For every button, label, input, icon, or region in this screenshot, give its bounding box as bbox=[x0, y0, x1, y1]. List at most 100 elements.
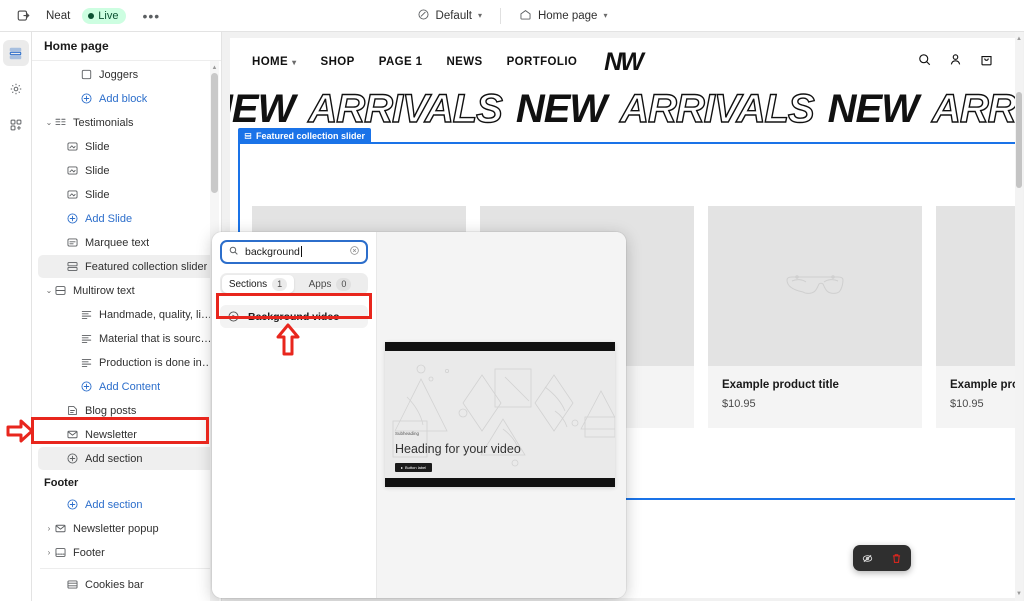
plus-icon bbox=[66, 498, 79, 511]
icon-rail bbox=[0, 32, 32, 601]
sidebar-item-marquee-text[interactable]: Marquee text bbox=[38, 231, 215, 254]
sidebar-item-material-that-is-sourced-from[interactable]: Material that is sourced from ... bbox=[38, 327, 215, 350]
marquee-word: NEW bbox=[515, 86, 607, 131]
nav-link-label: PORTFOLIO bbox=[506, 56, 578, 68]
cart-icon[interactable] bbox=[979, 52, 994, 72]
sidebar-item-sticky-toolbar[interactable]: ›Sticky toolbar bbox=[38, 597, 215, 601]
popover-left-pane: background Sections 1 Apps 0 Background vid… bbox=[212, 232, 376, 598]
placeholder-glasses-icon bbox=[708, 206, 922, 366]
sidebar-item-slide[interactable]: Slide bbox=[38, 159, 215, 182]
sidebar-item-multirow-text[interactable]: ⌄ Multirow text bbox=[38, 279, 215, 302]
rail-gear-icon[interactable] bbox=[3, 76, 29, 102]
sidebar-item-label: Testimonials bbox=[73, 116, 134, 129]
plus-icon bbox=[66, 212, 79, 225]
tab-apps[interactable]: Apps 0 bbox=[294, 275, 366, 293]
popover-preview-pane: Subheading Heading for your video ▸ Butt… bbox=[376, 232, 626, 598]
theme-icon bbox=[417, 8, 430, 24]
disclosure-icon[interactable]: ⌄ bbox=[44, 118, 54, 127]
popover-results[interactable]: Background video bbox=[220, 305, 368, 328]
section-tag-label: Featured collection slider bbox=[256, 131, 366, 141]
sidebar-item-testimonials[interactable]: ⌄ Testimonials bbox=[38, 111, 215, 134]
hide-icon[interactable] bbox=[861, 552, 874, 565]
search-input[interactable]: background bbox=[220, 240, 368, 264]
sidebar-item-add-section[interactable]: Add section bbox=[38, 447, 215, 470]
clear-icon[interactable] bbox=[349, 243, 360, 261]
account-icon[interactable] bbox=[948, 52, 963, 72]
nav-link-home[interactable]: HOME ▾ bbox=[252, 56, 297, 68]
tab-sections[interactable]: Sections 1 bbox=[222, 275, 294, 293]
marquee-word: ARRIVALS bbox=[931, 86, 1016, 131]
theme-label: Default bbox=[435, 9, 472, 22]
rail-sections-icon[interactable] bbox=[2, 40, 29, 66]
search-icon[interactable] bbox=[917, 52, 932, 72]
nav-link-shop[interactable]: SHOP bbox=[321, 56, 355, 68]
sidebar-item-add-block[interactable]: Add block bbox=[38, 87, 215, 110]
sidebar-item-add-section[interactable]: Add section bbox=[38, 493, 215, 516]
sidebar-item-add-content[interactable]: Add Content bbox=[38, 375, 215, 398]
sidebar-item-label: Cookies bar bbox=[85, 578, 144, 591]
tab-label: Apps bbox=[308, 278, 332, 290]
product-title: Example product title bbox=[722, 379, 839, 391]
text-icon bbox=[80, 356, 93, 369]
preview-heading: Heading for your video bbox=[395, 442, 521, 456]
nav-link-news[interactable]: NEWS bbox=[446, 56, 482, 68]
tab-count: 1 bbox=[272, 277, 288, 291]
search-icon bbox=[228, 243, 239, 261]
sidebar-item-label: Featured collection slider bbox=[85, 260, 208, 273]
rail-apps-icon[interactable] bbox=[3, 112, 29, 138]
marquee-word: ARRIVALS bbox=[308, 86, 504, 131]
sidebar-item-blog-posts[interactable]: Blog posts bbox=[38, 399, 215, 422]
preview-button: ▸ Button label bbox=[395, 463, 433, 472]
sidebar-item-slide[interactable]: Slide bbox=[38, 135, 215, 158]
disclosure-icon[interactable]: › bbox=[44, 524, 54, 533]
disclosure-icon[interactable]: ⌄ bbox=[44, 286, 54, 295]
sidebar-item-slide[interactable]: Slide bbox=[38, 183, 215, 206]
delete-icon[interactable] bbox=[890, 552, 903, 565]
marquee-banner: NEWARRIVALSNEWARRIVALSNEWARRIVALS bbox=[230, 86, 1016, 132]
sidebar-item-production-is-done-in-europe[interactable]: Production is done in Europe ... bbox=[38, 351, 215, 374]
storefront-nav-icons bbox=[917, 52, 994, 72]
theme-selector[interactable]: Default ▾ bbox=[409, 4, 490, 28]
sidebar-item-label: Handmade, quality, limited ru... bbox=[99, 308, 215, 321]
sidebar-item-joggers[interactable]: Joggers bbox=[38, 63, 215, 86]
sidebar-item-label: Blog posts bbox=[85, 404, 137, 417]
nav-link-label: NEWS bbox=[446, 56, 483, 68]
tab-count: 0 bbox=[336, 277, 352, 291]
sidebar-item-newsletter-popup[interactable]: › Newsletter popup bbox=[38, 517, 215, 540]
add-section-popover: background Sections 1 Apps 0 Background vid… bbox=[212, 232, 626, 598]
sidebar-tree[interactable]: ▲ Joggers Add block ⌄ Testimonials Slide Slid… bbox=[32, 61, 221, 601]
sidebar-item-label: Add section bbox=[85, 498, 143, 511]
product-card[interactable]: Example product title $10.95 bbox=[936, 206, 1016, 428]
product-title: Example product title bbox=[950, 379, 1016, 391]
sidebar-item-add-slide[interactable]: Add Slide bbox=[38, 207, 215, 230]
nav-link-portfolio[interactable]: PORTFOLIO bbox=[507, 56, 578, 68]
nav-link-label: PAGE 1 bbox=[378, 56, 423, 68]
plus-icon bbox=[80, 380, 93, 393]
sidebar-item-label: Newsletter popup bbox=[73, 522, 159, 535]
nav-link-page-1[interactable]: PAGE 1 bbox=[379, 56, 423, 68]
sidebar-item-label: Material that is sourced from ... bbox=[99, 332, 215, 345]
preview-body: Subheading Heading for your video ▸ Butt… bbox=[385, 351, 615, 478]
product-card[interactable]: Example product title $10.95 bbox=[708, 206, 922, 428]
storefront-nav-links[interactable]: HOME ▾ SHOP PAGE 1 NEWS PORTFOLIO bbox=[252, 56, 577, 68]
result-item-background-video[interactable]: Background video bbox=[220, 305, 368, 328]
sidebar-item-featured-collection-slider[interactable]: Featured collection slider bbox=[38, 255, 215, 278]
slider-icon bbox=[66, 260, 79, 273]
sidebar-item-cookies-bar[interactable]: Cookies bar bbox=[38, 573, 215, 596]
canvas-scroll-down-icon[interactable]: ▼ bbox=[1015, 589, 1023, 599]
page-selector[interactable]: Home page ▾ bbox=[511, 4, 615, 28]
sidebar-item-label: Add Slide bbox=[85, 212, 133, 225]
sidebar-item-newsletter[interactable]: Newsletter bbox=[38, 423, 215, 446]
popover-tabs[interactable]: Sections 1 Apps 0 bbox=[220, 273, 368, 295]
top-bar-divider bbox=[499, 7, 501, 24]
canvas-scroll-up-icon[interactable]: ▲ bbox=[1015, 34, 1023, 44]
sidebar-item-handmade-quality-limited-ru[interactable]: Handmade, quality, limited ru... bbox=[38, 303, 215, 326]
nav-link-label: HOME bbox=[252, 56, 289, 68]
sidebar-item-footer[interactable]: › Footer bbox=[38, 541, 215, 564]
scroll-up-icon[interactable]: ▲ bbox=[210, 63, 219, 72]
disclosure-icon[interactable]: › bbox=[44, 548, 54, 557]
section-preview-card: Subheading Heading for your video ▸ Butt… bbox=[385, 342, 615, 487]
product-info: Example product title $10.95 bbox=[936, 366, 1016, 428]
product-price: $10.95 bbox=[722, 398, 756, 410]
canvas-scrollbar[interactable]: ▲ ▼ bbox=[1015, 32, 1023, 601]
